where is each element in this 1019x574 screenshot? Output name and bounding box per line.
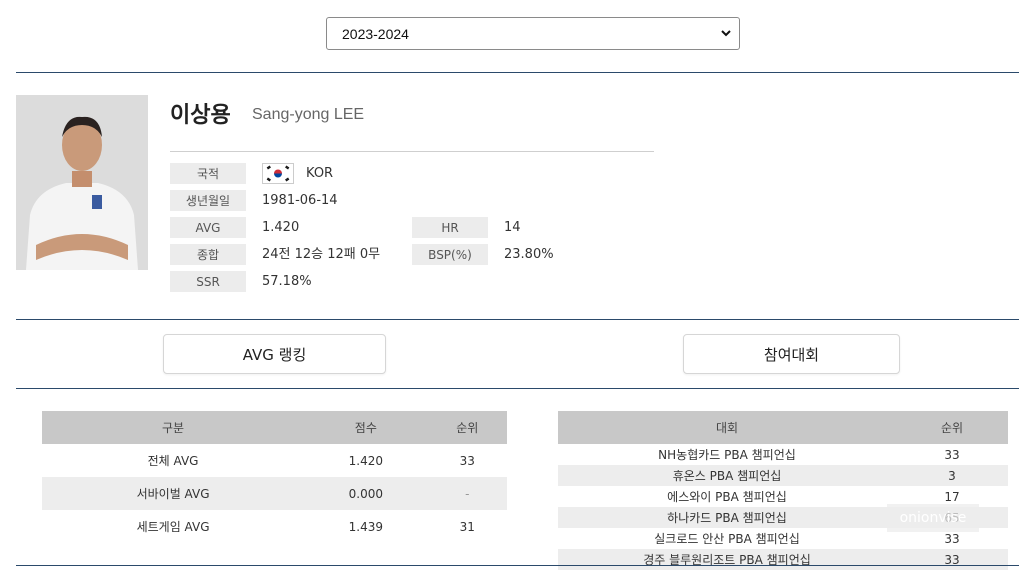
table-cell: - [427,477,507,510]
hr-value: 14 [504,220,521,235]
birth-date-value: 1981-06-14 [262,193,338,208]
season-select[interactable]: 2023-2024 [326,17,740,50]
tournament-name: 경주 블루원리조트 PBA 챔피언십 [558,549,896,570]
player-name-english: Sang-yong LEE [252,106,365,123]
watermark: onionvise [887,504,979,532]
tab-tournaments[interactable]: 참여대회 [683,334,900,374]
bsp-value: 23.80% [504,247,554,262]
tournament-name: 에스와이 PBA 챔피언십 [667,489,787,504]
table-cell: 전체 AVG [147,454,199,468]
name-divider [170,151,654,152]
table-row: 서바이벌 AVG 0.000 - [42,477,507,510]
ssr-label: SSR [170,271,246,292]
tournament-rank: 3 [896,465,1008,486]
column-header: 대회 [558,411,896,444]
table-header-row: 대회 순위 [558,411,1008,444]
column-header: 구분 [42,411,305,444]
tournament-rank: 33 [944,447,960,462]
table-cell: 1.420 [348,453,384,468]
total-record-label: 종합 [170,244,246,265]
table-cell: 세트게임 AVG [136,520,210,534]
chevron-down-icon [721,30,731,37]
avg-value: 1.420 [262,220,300,235]
player-photo [16,95,148,270]
table-row: 세트게임 AVG 1.439 31 [42,510,507,543]
column-header: 순위 [427,411,507,444]
column-header: 순위 [896,411,1008,444]
column-header: 점수 [304,411,428,444]
tournament-rank: 33 [896,549,1008,570]
season-select-value: 2023-2024 [342,25,409,42]
table-cell: 0.000 [304,477,428,510]
table-row: 전체 AVG 1.420 33 [42,444,507,477]
divider [16,388,1019,389]
table-cell: 서바이벌 AVG [42,477,305,510]
table-row[interactable]: NH농협카드 PBA 챔피언십 33 [558,444,1008,465]
tournament-name: 하나카드 PBA 챔피언십 [558,507,896,528]
tournament-name: NH농협카드 PBA 챔피언십 [658,447,796,462]
tab-avg-ranking[interactable]: AVG 랭킹 [163,334,386,374]
table-row[interactable]: 경주 블루원리조트 PBA 챔피언십 33 [558,549,1008,570]
tournament-table: 대회 순위 NH농협카드 PBA 챔피언십 33 휴온스 PBA 챔피언십 3 … [558,411,1008,570]
table-header-row: 구분 점수 순위 [42,411,507,444]
tournament-name: 실크로드 안산 PBA 챔피언십 [654,531,800,546]
table-cell: 1.439 [348,519,384,534]
tournament-name: 휴온스 PBA 챔피언십 [558,465,896,486]
table-cell: 31 [459,519,475,534]
player-name-korean: 이상용 [170,103,231,128]
hr-label: HR [412,217,488,238]
total-record-value: 24전 12승 12패 0무 [262,247,381,262]
nationality-value: KOR [306,166,334,181]
birth-date-label: 생년월일 [170,190,246,211]
divider [16,72,1019,73]
avg-ranking-table: 구분 점수 순위 전체 AVG 1.420 33 서바이벌 AVG 0.000 … [42,411,507,543]
table-cell: 33 [459,453,475,468]
avg-label: AVG [170,217,246,238]
bsp-label: BSP(%) [412,244,488,265]
nationality-label: 국적 [170,163,246,184]
table-row[interactable]: 휴온스 PBA 챔피언십 3 [558,465,1008,486]
divider [16,565,1019,566]
korea-flag-icon [262,163,294,184]
ssr-value: 57.18% [262,274,312,289]
divider [16,319,1019,320]
